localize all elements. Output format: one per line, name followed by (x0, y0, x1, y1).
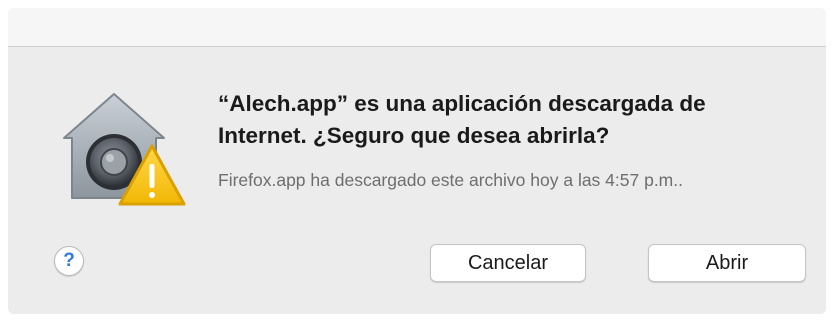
open-button[interactable]: Abrir (648, 244, 806, 282)
cancel-button[interactable]: Cancelar (430, 244, 586, 282)
dialog-title: “Alech.app” es una aplicación descargada… (218, 91, 706, 148)
security-alert-dialog: “Alech.app” es una aplicación descargada… (8, 8, 826, 314)
dialog-message: Firefox.app ha descargado este archivo h… (218, 170, 683, 190)
dialog-titlebar (8, 8, 826, 47)
gatekeeper-security-icon (56, 86, 186, 216)
help-button[interactable]: ? (54, 246, 84, 276)
